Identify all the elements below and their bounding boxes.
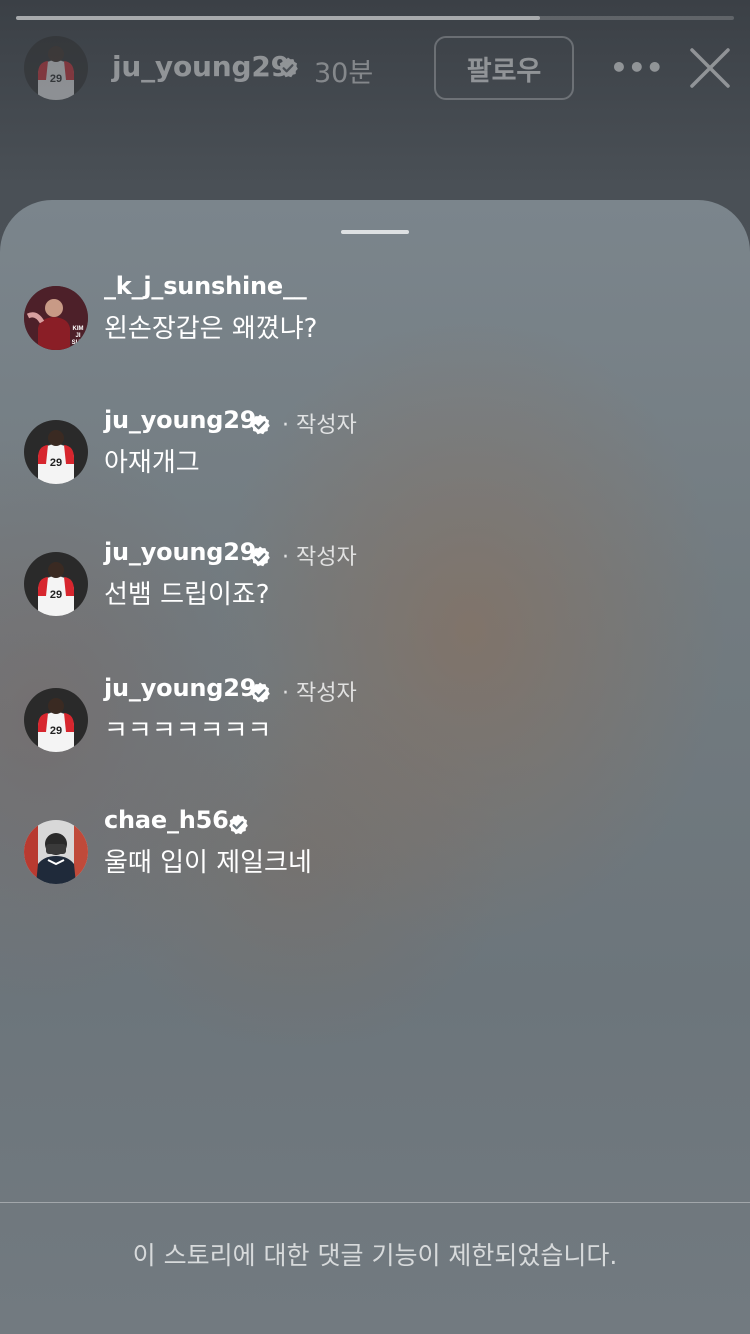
svg-text:29: 29 <box>50 457 62 469</box>
comments-disabled-notice: 이 스토리에 대한 댓글 기능이 제한되었습니다. <box>132 1241 618 1270</box>
comment-text: 선뱀 드립이죠? <box>104 580 270 610</box>
footer-divider <box>0 1202 750 1203</box>
story-header: 29 ju_young29 30분 팔로우 ••• <box>0 36 750 100</box>
author-tag: · 작성자 <box>282 681 357 706</box>
comment-username[interactable]: chae_h56 <box>104 806 229 834</box>
avatar[interactable]: 29 <box>24 420 88 484</box>
comment-username[interactable]: ju_young29 <box>104 406 256 434</box>
verified-badge-icon <box>279 57 298 78</box>
author-tag: · 작성자 <box>282 545 357 570</box>
story-avatar[interactable]: 29 <box>24 36 88 100</box>
comment-item: 29 ju_young29 · 작성자 아재개그 <box>0 406 750 520</box>
more-options-icon[interactable]: ••• <box>610 54 664 82</box>
story-username[interactable]: ju_young29 <box>112 50 290 83</box>
story-time: 30분 <box>314 58 374 89</box>
svg-text:29: 29 <box>50 725 62 737</box>
verified-badge-icon <box>229 814 248 835</box>
story-comments-screen: 29 ju_young29 30분 팔로우 ••• KIM JI SUN _k_… <box>0 0 750 1334</box>
avatar[interactable]: KIM JI SUN <box>24 286 88 350</box>
verified-badge-icon <box>251 546 270 567</box>
comment-item: 29 ju_young29 · 작성자 선뱀 드립이죠? <box>0 538 750 652</box>
comment-item: 29 ju_young29 · 작성자 ㅋㅋㅋㅋㅋㅋㅋ <box>0 674 750 788</box>
svg-text:JI: JI <box>75 333 80 339</box>
story-progress-bar <box>16 16 734 20</box>
verified-badge-icon <box>251 682 270 703</box>
comment-username[interactable]: _k_j_sunshine__ <box>104 272 307 300</box>
svg-text:29: 29 <box>50 589 62 601</box>
avatar[interactable] <box>24 820 88 884</box>
comment-text: ㅋㅋㅋㅋㅋㅋㅋ <box>104 716 272 746</box>
svg-text:KIM: KIM <box>73 326 84 332</box>
comment-item: KIM JI SUN _k_j_sunshine__ 왼손장갑은 왜꼈냐? <box>0 272 750 386</box>
verified-badge-icon <box>251 414 270 435</box>
svg-text:29: 29 <box>50 73 62 85</box>
sheet-drag-handle[interactable] <box>341 230 409 234</box>
comment-item: chae_h56 울때 입이 제일크네 <box>0 806 750 920</box>
comment-username[interactable]: ju_young29 <box>104 538 256 566</box>
follow-button[interactable]: 팔로우 <box>434 36 574 100</box>
author-tag: · 작성자 <box>282 413 357 438</box>
comment-text: 아재개그 <box>104 448 200 478</box>
story-progress-fill <box>16 16 541 20</box>
avatar[interactable]: 29 <box>24 688 88 752</box>
comment-username[interactable]: ju_young29 <box>104 674 256 702</box>
comment-text: 울때 입이 제일크네 <box>104 848 312 878</box>
svg-text:SUN: SUN <box>72 340 85 346</box>
comments-sheet: KIM JI SUN _k_j_sunshine__ 왼손장갑은 왜꼈냐? 29 <box>0 200 750 1334</box>
close-icon[interactable] <box>688 46 732 90</box>
avatar[interactable]: 29 <box>24 552 88 616</box>
comment-text: 왼손장갑은 왜꼈냐? <box>104 314 318 344</box>
